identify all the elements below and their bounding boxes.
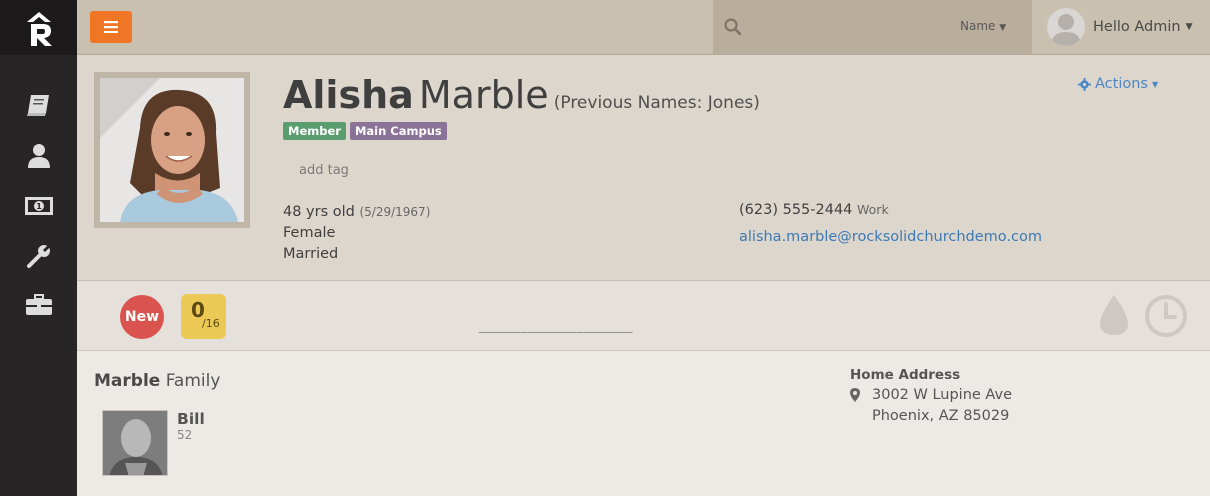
user-icon [27, 144, 50, 168]
search-area: Name ▼ [713, 0, 1032, 54]
campus-badge: Main Campus [349, 122, 447, 140]
family-member-photo [102, 410, 168, 476]
sidebar-item-finance[interactable]: 1 [0, 186, 77, 226]
person-email-link[interactable]: alisha.marble@rocksolidchurchdemo.com [739, 229, 1042, 245]
rock-logo-icon [26, 11, 52, 46]
new-badge-label: New [124, 309, 160, 325]
gear-icon [1078, 77, 1091, 91]
svg-text:1: 1 [36, 202, 42, 211]
briefcase-icon [25, 294, 52, 315]
user-greeting: Hello Admin [1093, 19, 1181, 35]
person-badges: Member Main Campus [283, 122, 447, 140]
attendance-placeholder: ______________________ [479, 319, 633, 334]
person-photo[interactable] [100, 78, 244, 222]
attendance-count-badge[interactable]: 0 /16 [181, 294, 226, 339]
actions-label: Actions [1095, 76, 1148, 92]
previous-names: (Previous Names: Jones) [553, 93, 760, 113]
wrench-icon [26, 243, 51, 268]
sidebar-item-admin[interactable] [0, 285, 77, 325]
person-demographics: 48 yrs old (5/29/1967) Female Married [283, 202, 430, 265]
person-gender: Female [283, 225, 336, 241]
user-silhouette-icon [1051, 14, 1081, 46]
person-last-name: Marble [418, 73, 549, 117]
hamburger-icon [104, 21, 118, 33]
family-member-age: 52 [177, 428, 193, 442]
menu-toggle-button[interactable] [90, 11, 132, 43]
family-title[interactable]: Marble Family [94, 371, 220, 391]
user-menu[interactable]: Hello Admin ▼ [1047, 8, 1193, 46]
attendance-count-total: /16 [202, 317, 220, 330]
family-member[interactable]: Bill 52 [102, 410, 205, 476]
family-name: Marble [94, 371, 161, 391]
person-age: 48 yrs old [283, 204, 355, 220]
phone-type: Work [857, 202, 889, 217]
search-type-label: Name [960, 19, 996, 33]
baptism-drop-icon[interactable] [1096, 293, 1132, 337]
member-badge: Member [283, 122, 346, 140]
chevron-down-icon: ▼ [1185, 22, 1193, 32]
history-clock-icon[interactable] [1144, 294, 1188, 338]
home-address: Home Address 3002 W Lupine Ave Phoenix, … [850, 367, 1012, 427]
sidebar-item-people[interactable] [0, 136, 77, 176]
address-line-1: 3002 W Lupine Ave [872, 387, 1012, 403]
family-suffix: Family [165, 371, 221, 391]
person-profile: Alisha Marble (Previous Names: Jones) Me… [77, 55, 1210, 281]
avatar [1047, 8, 1085, 46]
person-phone[interactable]: (623) 555-2444 [739, 202, 852, 218]
address-text: 3002 W Lupine Ave Phoenix, AZ 85029 [872, 385, 1012, 427]
person-birthdate: (5/29/1967) [359, 205, 431, 219]
search-input[interactable] [747, 12, 947, 42]
address-title: Home Address [850, 367, 961, 383]
new-visitor-badge[interactable]: New [120, 295, 164, 339]
family-section: Marble Family Bill 52 Home Address 3002 … [77, 351, 1210, 496]
search-type-dropdown[interactable]: Name ▼ [960, 19, 1006, 33]
person-first-name: Alisha [283, 73, 414, 117]
sidebar-item-book[interactable] [0, 85, 77, 125]
badge-bar: New 0 /16 ______________________ [77, 281, 1210, 351]
topbar: Name ▼ Hello Admin ▼ [77, 0, 1210, 55]
person-photo-image [100, 78, 244, 222]
search-icon [724, 18, 742, 36]
book-icon [26, 95, 49, 116]
family-member-photo-image [103, 411, 167, 475]
actions-dropdown[interactable]: Actions ▼ [1078, 76, 1158, 92]
address-block: 3002 W Lupine Ave Phoenix, AZ 85029 [850, 385, 1012, 427]
money-icon: 1 [24, 197, 53, 215]
person-contact: (623) 555-2444 Work alisha.marble@rockso… [739, 202, 1042, 245]
phone-line: (623) 555-2444 Work [739, 202, 1042, 218]
map-marker-icon[interactable] [850, 388, 860, 402]
caret-down-icon: ▼ [1151, 79, 1159, 89]
sidebar: 1 [0, 0, 77, 496]
chevron-down-icon: ▼ [999, 23, 1007, 33]
rock-logo[interactable] [0, 0, 77, 55]
age-line: 48 yrs old (5/29/1967) [283, 202, 430, 223]
add-tag-link[interactable]: add tag [299, 163, 349, 178]
person-photo-frame [94, 72, 250, 228]
family-member-name: Bill [177, 410, 205, 428]
person-name: Alisha Marble (Previous Names: Jones) [283, 73, 760, 117]
family-member-info: Bill 52 [177, 410, 205, 476]
address-line-2: Phoenix, AZ 85029 [872, 408, 1010, 424]
person-marital-status: Married [283, 246, 339, 262]
sidebar-item-tools[interactable] [0, 236, 77, 276]
